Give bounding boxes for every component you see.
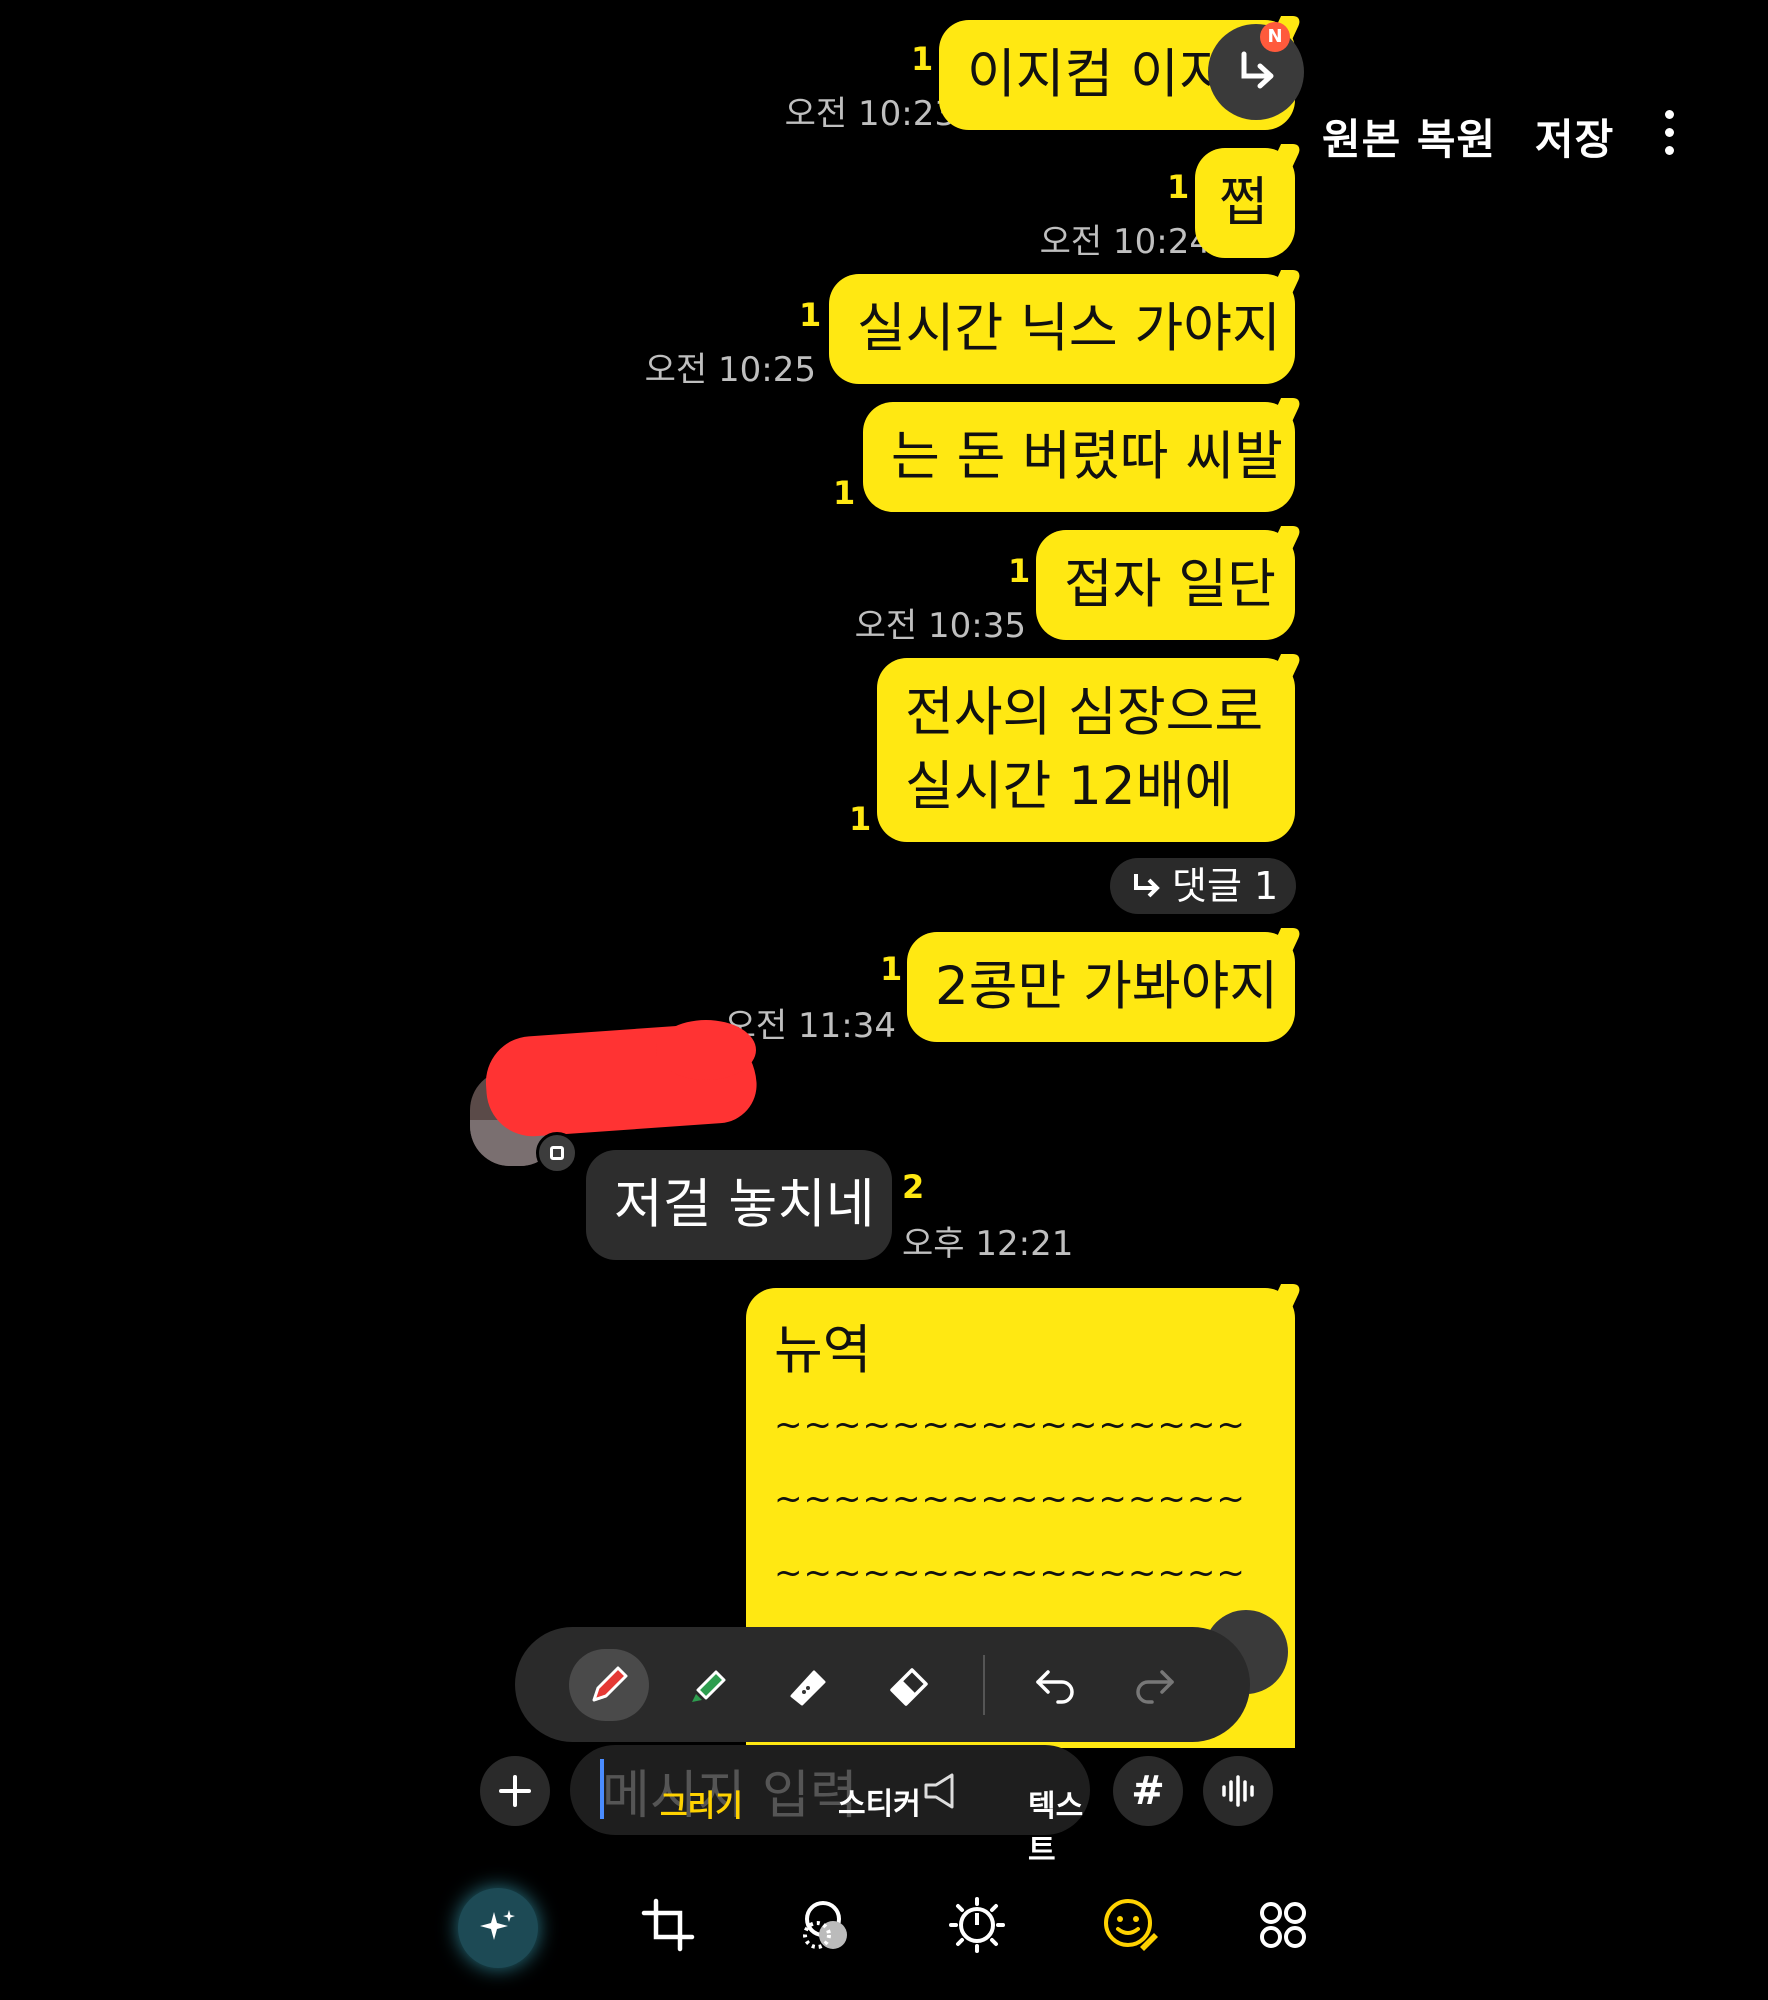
message-line: ~~~~~~~~~~~~~~~~	[774, 1553, 1246, 1593]
toolbar-divider	[983, 1655, 985, 1715]
message-text: 는 돈 버렸따 씨발	[891, 426, 1283, 487]
message-line: 전사의 심장으로	[905, 682, 1264, 743]
save-button[interactable]: 저장	[1535, 106, 1614, 167]
message-time: 오전 10:25	[644, 350, 816, 390]
pen-icon	[592, 1666, 628, 1702]
message-line: ~~~~~~~~~~~~~~~~	[774, 1405, 1246, 1445]
unread-count: 2	[902, 1168, 925, 1206]
tape-icon	[790, 1670, 826, 1706]
restore-original-button[interactable]: 원본 복원	[1322, 106, 1496, 167]
sent-message: 실시간 닉스 가야지	[829, 274, 1295, 384]
message-time: 오전 10:23	[784, 94, 956, 134]
unread-count: 1	[1008, 552, 1031, 590]
unread-count: 1	[849, 800, 872, 838]
reply-count-label: 댓글 1	[1172, 864, 1279, 908]
message-title: 뉴역	[774, 1320, 872, 1381]
decorate-button[interactable]	[1095, 1890, 1165, 1960]
message-input[interactable]: 메시지 입력 그리기 스티커 텍스트	[570, 1745, 1090, 1868]
tape-tool[interactable]	[769, 1649, 849, 1721]
attach-button[interactable]	[480, 1756, 550, 1826]
unread-count: 1	[833, 474, 856, 512]
crop-rotate-button[interactable]	[633, 1890, 703, 1960]
drawing-toolbar	[515, 1627, 1250, 1742]
more-options-icon[interactable]	[1665, 110, 1675, 156]
more-tools-icon	[1260, 1902, 1306, 1948]
ai-edit-button[interactable]	[458, 1888, 538, 1968]
pen-tool[interactable]	[569, 1649, 649, 1721]
hash-icon: #	[1131, 1768, 1165, 1814]
brightness-icon	[949, 1897, 1005, 1953]
message-time: 오전 10:35	[854, 606, 1026, 646]
hashtag-button[interactable]: #	[1113, 1756, 1183, 1826]
unread-count: 1	[911, 40, 934, 78]
adjust-button[interactable]	[942, 1890, 1012, 1960]
message-line: 실시간 12배에	[905, 756, 1234, 817]
highlighter-icon	[692, 1670, 726, 1702]
received-message: 저걸 놓치네	[586, 1150, 892, 1260]
sent-message: 는 돈 버렸따 씨발	[863, 402, 1295, 512]
undo-icon	[1036, 1670, 1074, 1704]
sticker-emoji-icon	[1104, 1899, 1158, 1951]
unread-count: 1	[1167, 168, 1190, 206]
profile-badge-icon	[536, 1132, 578, 1174]
reply-arrow-icon	[1134, 874, 1160, 898]
redo-icon	[1136, 1670, 1174, 1704]
crop-icon	[641, 1898, 695, 1952]
unread-count: 1	[880, 950, 903, 988]
message-text: 2콩만 가봐야지	[935, 956, 1279, 1017]
sent-message: 2콩만 가봐야지	[907, 932, 1295, 1042]
ai-sparkle-icon	[480, 1910, 515, 1940]
redaction-mark	[656, 1020, 756, 1080]
tab-draw[interactable]: 그리기	[660, 1781, 743, 1825]
filter-button[interactable]	[790, 1890, 860, 1960]
message-text: 실시간 닉스 가야지	[857, 298, 1281, 359]
message-text: 이지컴 이지	[967, 44, 1228, 105]
voice-icon	[1222, 1775, 1254, 1807]
more-tools-button[interactable]	[1248, 1890, 1318, 1960]
filter-icon	[803, 1901, 847, 1949]
tab-text[interactable]: 텍스트	[1028, 1781, 1090, 1869]
message-text: 접자 일단	[1064, 554, 1276, 615]
tab-sticker[interactable]: 스티커	[838, 1779, 921, 1823]
eraser-tool[interactable]	[869, 1649, 949, 1721]
eraser-icon	[890, 1668, 928, 1706]
sent-message: 전사의 심장으로 실시간 12배에	[877, 658, 1295, 842]
voice-button[interactable]	[1203, 1756, 1273, 1826]
megaphone-icon	[920, 1769, 964, 1813]
sent-message: 쩝	[1195, 148, 1295, 258]
message-time: 오전 10:24	[1039, 222, 1211, 262]
highlighter-tool[interactable]	[669, 1649, 749, 1721]
message-time: 오후 12:21	[902, 1224, 1074, 1264]
undo-button[interactable]	[1015, 1649, 1095, 1721]
message-text: 저걸 놓치네	[614, 1174, 875, 1235]
message-line: ~~~~~~~~~~~~~~~~	[774, 1479, 1246, 1519]
sent-message: 접자 일단	[1036, 530, 1295, 640]
new-badge: N	[1260, 22, 1290, 52]
chat-screenshot: 1 오전 10:23 이지컴 이지 N 1 오전 10:24 쩝 1 오전 10…	[456, 0, 1310, 1850]
redo-button[interactable]	[1115, 1649, 1195, 1721]
plus-icon	[499, 1775, 531, 1807]
reply-count-pill[interactable]: 댓글 1	[1110, 858, 1296, 914]
message-text: 쩝	[1219, 172, 1268, 233]
unread-count: 1	[799, 296, 822, 334]
